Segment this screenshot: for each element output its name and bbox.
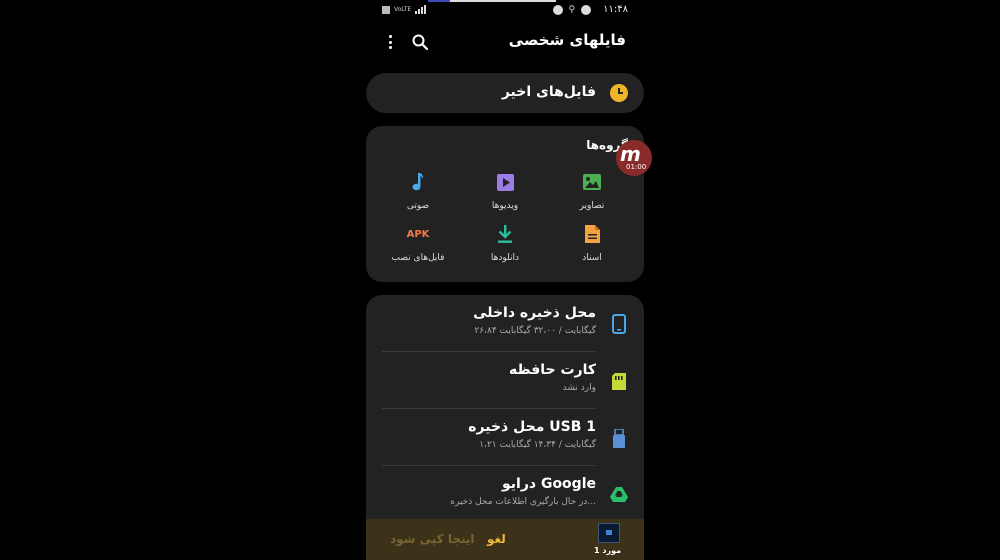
search-icon[interactable]: [411, 33, 429, 51]
document-icon: [584, 225, 600, 243]
recorder-timer: 01:00: [626, 163, 647, 171]
storage-internal[interactable]: محل ذخیره داخلی ۲۶،۸۴ گیگابایت / ۳۲،۰۰ گ…: [366, 295, 644, 352]
cancel-button[interactable]: لغو: [487, 532, 506, 546]
category-label: دانلودها: [490, 253, 520, 263]
sd-card-icon: [612, 372, 626, 390]
category-label: صوتی: [406, 201, 430, 211]
usb-icon: [613, 428, 625, 448]
category-videos[interactable]: ویدیوها: [460, 171, 550, 211]
storage-name: محل ذخیره USB 1: [468, 419, 596, 435]
app-header: فایلهای شخصی: [366, 28, 644, 56]
clock: ۱۱:۴۸: [603, 4, 628, 15]
category-label: فایل‌های نصب: [391, 253, 445, 263]
page-title: فایلهای شخصی: [508, 31, 626, 49]
category-installation-files[interactable]: APK فایل‌های نصب: [373, 223, 463, 264]
status-left: VoLTE: [382, 5, 429, 14]
recent-files-button[interactable]: فایل‌های اخیر: [366, 73, 644, 113]
category-documents[interactable]: اسناد: [547, 223, 637, 263]
usb-status-icon: ⚲: [568, 4, 576, 15]
storage-google-drive[interactable]: درایو Google در حال بارگیری اطلاعات محل …: [366, 466, 644, 523]
signal-icon: [415, 5, 427, 14]
clock-icon: [610, 84, 628, 102]
more-options-button[interactable]: [384, 33, 396, 51]
storage-name: کارت حافظه: [508, 362, 596, 378]
screen-recorder-badge[interactable]: m 01:00: [616, 140, 652, 176]
selected-file-thumbnail: [598, 523, 620, 543]
music-icon: [412, 173, 424, 191]
data-saver-icon: [581, 4, 592, 15]
phone-icon: [612, 314, 626, 334]
status-right: ⚲ ۱۱:۴۸: [552, 4, 628, 15]
sync-icon: [552, 4, 563, 15]
volte-label: VoLTE: [394, 5, 412, 13]
storage-detail: ۲۶،۸۴ گیگابایت / ۳۲،۰۰ گیگابایت: [474, 326, 596, 336]
category-label: اسناد: [582, 253, 602, 263]
download-icon: [498, 225, 512, 243]
selected-count: 1 مورد: [594, 546, 622, 555]
storage-detail: وارد نشد: [562, 383, 596, 393]
category-downloads[interactable]: دانلودها: [460, 223, 550, 263]
recent-files-label: فایل‌های اخیر: [501, 84, 596, 100]
category-audio[interactable]: صوتی: [373, 171, 463, 211]
category-label: تصاویر: [579, 201, 605, 211]
apk-icon: APK: [406, 228, 430, 240]
google-drive-icon: [610, 487, 628, 502]
storage-name: درایو Google: [502, 476, 596, 492]
category-images[interactable]: تصاویر: [547, 171, 637, 211]
storage-detail: ۱،۲۱ گیگابایت / ۱۴،۳۴ گیگابایت: [479, 440, 596, 450]
storage-card: محل ذخیره داخلی ۲۶،۸۴ گیگابایت / ۳۲،۰۰ گ…: [366, 295, 644, 520]
bottom-action-bar: 1 مورد لغو اینجا کپی شود: [366, 519, 644, 560]
storage-name: محل ذخیره داخلی: [473, 305, 596, 321]
copy-here-button[interactable]: اینجا کپی شود: [390, 532, 475, 546]
status-bar: VoLTE ⚲ ۱۱:۴۸: [366, 0, 644, 22]
video-icon: [496, 173, 514, 191]
storage-usb[interactable]: محل ذخیره USB 1 ۱،۲۱ گیگابایت / ۱۴،۳۴ گی…: [366, 409, 644, 466]
loading-indicator: [428, 0, 556, 2]
storage-detail: در حال بارگیری اطلاعات محل ذخیره...: [450, 497, 596, 507]
categories-card: گروه‌ها تصاویر ویدیوها: [366, 126, 644, 282]
category-label: ویدیوها: [491, 201, 519, 211]
phone-screen: VoLTE ⚲ ۱۱:۴۸ فایلهای شخصی فایل‌های اخیر: [366, 0, 644, 560]
notification-icon: [382, 5, 390, 14]
image-icon: [583, 174, 601, 190]
storage-sd-card[interactable]: کارت حافظه وارد نشد: [366, 352, 644, 409]
